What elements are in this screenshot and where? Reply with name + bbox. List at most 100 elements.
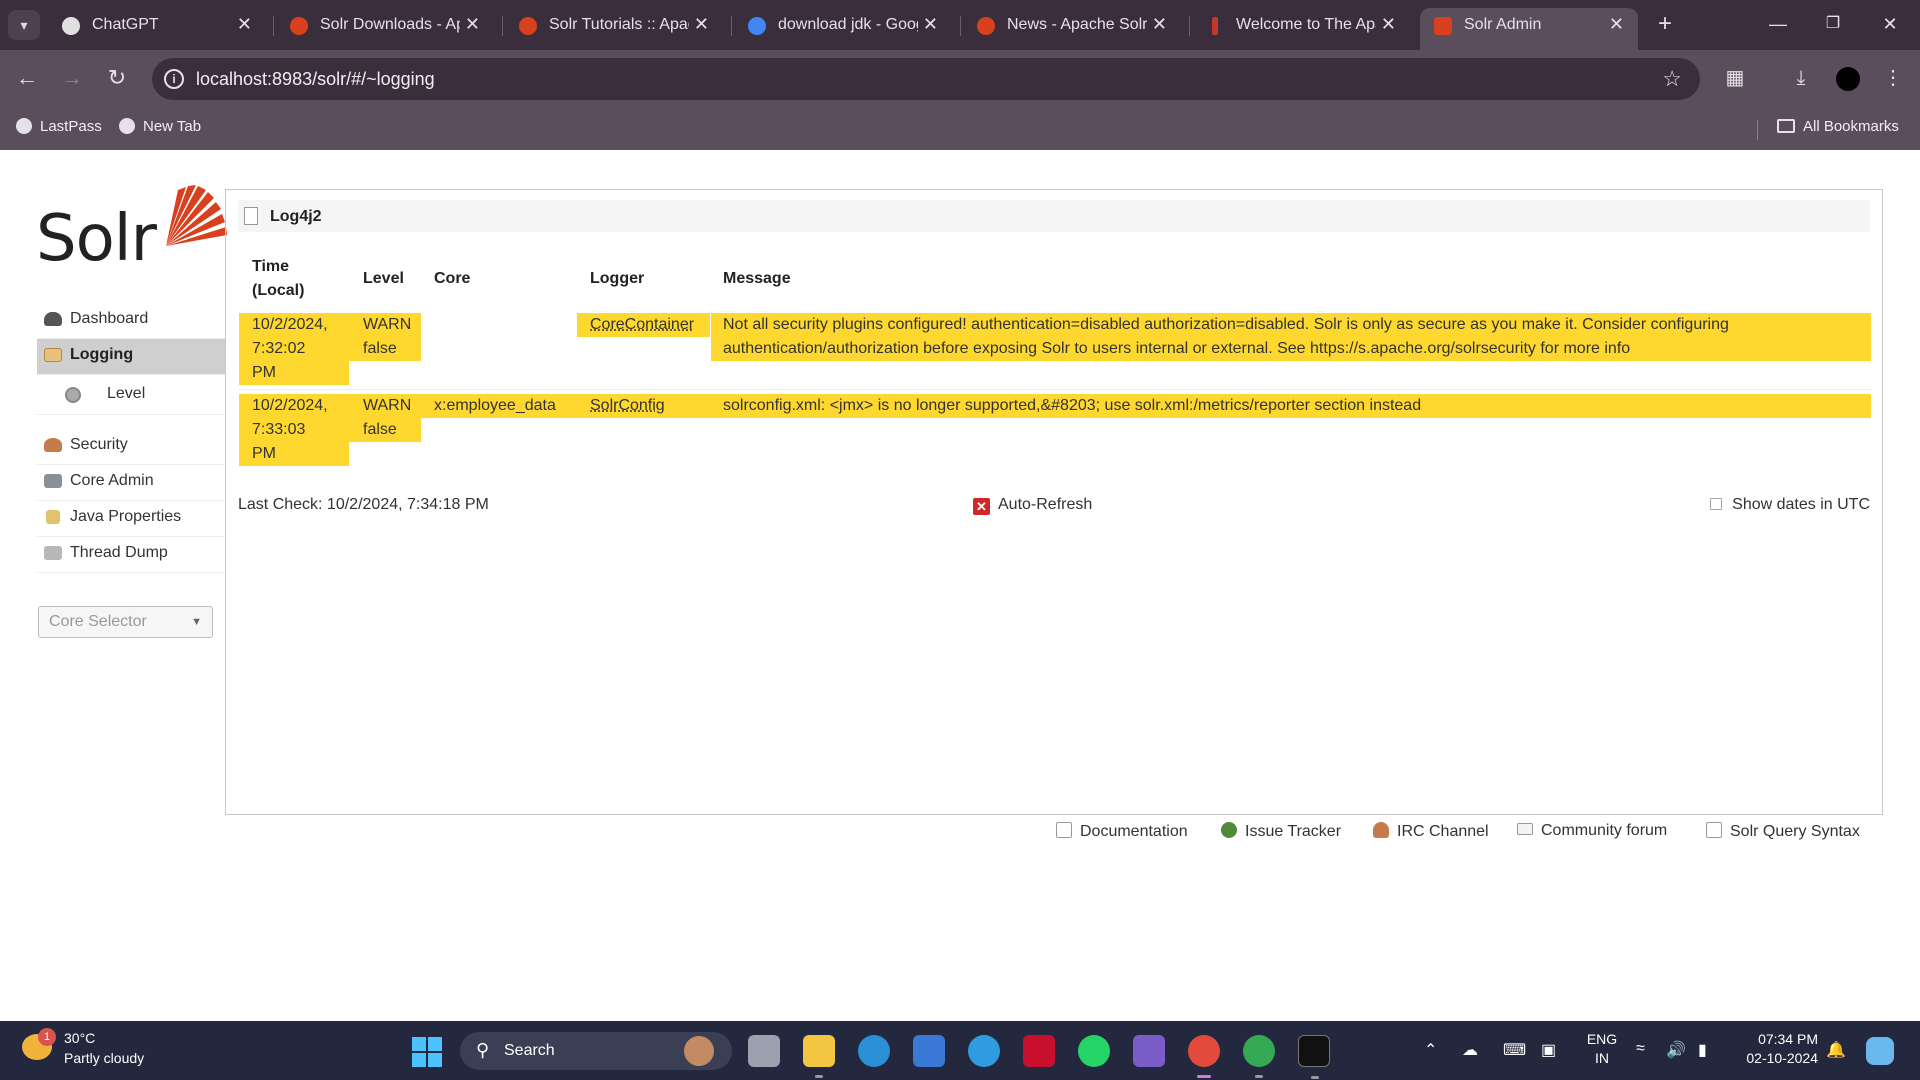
terminal-icon[interactable]	[1298, 1035, 1330, 1079]
log-row[interactable]: 10/2/2024, 7:32:02 PM WARN false CoreCon…	[239, 313, 1871, 385]
sidebar-item-label: Level	[107, 385, 146, 402]
profile-avatar[interactable]	[1836, 67, 1860, 91]
copilot-icon[interactable]	[1866, 1037, 1894, 1065]
sidebar-item-security[interactable]: Security	[37, 429, 225, 465]
log-message-cell: Not all security plugins configured! aut…	[711, 313, 1871, 361]
close-tab-icon[interactable]: ✕	[465, 14, 480, 35]
tab-chatgpt[interactable]: ChatGPT ✕	[48, 8, 266, 50]
logging-icon	[44, 348, 62, 362]
input-language-indicator[interactable]: ENG IN	[1585, 1030, 1619, 1068]
logger-link[interactable]: SolrConfig	[590, 397, 665, 414]
chrome-profile-icon[interactable]	[1243, 1035, 1275, 1078]
reload-button[interactable]: ↻	[102, 64, 132, 94]
proton-app-icon[interactable]	[1133, 1035, 1165, 1067]
column-header-core[interactable]: Core	[434, 267, 470, 291]
community-forum-link[interactable]: Community forum	[1517, 822, 1667, 840]
solr-logo[interactable]: Solr	[36, 184, 227, 276]
column-header-level[interactable]: Level	[363, 267, 404, 291]
wifi-icon[interactable]: ≈	[1636, 1040, 1645, 1058]
notifications-bell-icon[interactable]: 🔔	[1826, 1040, 1846, 1060]
all-bookmarks-button[interactable]: All Bookmarks	[1777, 118, 1899, 135]
utc-checkbox[interactable]	[1710, 498, 1723, 510]
sidebar-item-core-admin[interactable]: Core Admin	[37, 465, 225, 501]
sidebar-item-dashboard[interactable]: Dashboard	[37, 303, 225, 339]
display-icon[interactable]: ▣	[1541, 1040, 1556, 1060]
restore-window-button[interactable]: ❐	[1818, 10, 1848, 40]
edge-browser-icon[interactable]	[858, 1035, 890, 1067]
close-tab-icon[interactable]: ✕	[923, 14, 938, 35]
gear-icon	[65, 387, 81, 403]
show-hidden-icons-chevron-icon[interactable]: ⌃	[1424, 1040, 1437, 1060]
tab-google-search[interactable]: download jdk - Goog ✕	[734, 8, 952, 50]
log-time-ampm: PM	[252, 445, 276, 462]
bookmark-star-icon[interactable]: ☆	[1662, 66, 1682, 92]
sidebar-item-logging[interactable]: Logging	[37, 339, 225, 375]
site-info-icon[interactable]: i	[164, 69, 184, 89]
address-bar[interactable]: i localhost:8983/solr/#/~logging ☆	[152, 58, 1700, 100]
google-favicon-icon	[748, 17, 766, 35]
onedrive-icon[interactable]: ☁	[1462, 1040, 1478, 1060]
sidebar-item-java-properties[interactable]: Java Properties	[37, 501, 225, 537]
new-tab-button[interactable]: +	[1650, 10, 1680, 40]
core-selector-dropdown[interactable]: Core Selector ▼	[38, 606, 213, 638]
solr-sidebar: Dashboard Logging Level Security Core Ad…	[37, 303, 225, 573]
show-utc-toggle[interactable]: Show dates in UTC	[1710, 496, 1870, 514]
close-tab-icon[interactable]: ✕	[1609, 14, 1624, 35]
issue-tracker-link[interactable]: Issue Tracker	[1221, 822, 1341, 841]
sidebar-item-level[interactable]: Level	[37, 375, 225, 415]
java-cup-icon	[46, 510, 60, 524]
column-header-message[interactable]: Message	[723, 267, 791, 291]
close-tab-icon[interactable]: ✕	[1152, 14, 1167, 35]
keyboard-icon[interactable]: ⌨	[1503, 1040, 1526, 1060]
bookmark-lastpass[interactable]: LastPass	[16, 118, 102, 135]
query-syntax-link[interactable]: Solr Query Syntax	[1706, 822, 1860, 841]
tab-solr-tutorials[interactable]: Solr Tutorials :: Apach ✕	[505, 8, 723, 50]
minimize-window-button[interactable]: —	[1763, 10, 1793, 40]
log-time-cell: 10/2/2024, 7:32:02 PM	[239, 313, 349, 385]
close-tab-icon[interactable]: ✕	[237, 14, 252, 35]
footer-link-label: IRC Channel	[1397, 823, 1489, 840]
log-row[interactable]: 10/2/2024, 7:33:03 PM WARN false x:emplo…	[239, 394, 1871, 466]
close-window-button[interactable]: ✕	[1875, 10, 1905, 40]
taskbar-search[interactable]: ⚲ Search	[460, 1032, 732, 1070]
url-text[interactable]: localhost:8983/solr/#/~logging	[196, 69, 435, 90]
microsoft-store-icon[interactable]	[913, 1035, 945, 1067]
column-header-logger[interactable]: Logger	[590, 267, 644, 291]
get-help-icon[interactable]	[968, 1035, 1000, 1067]
tab-apache-welcome[interactable]: Welcome to The Apa ✕	[1192, 8, 1410, 50]
close-tab-icon[interactable]: ✕	[1381, 14, 1396, 35]
battery-icon[interactable]: ▮	[1698, 1040, 1707, 1060]
solr-favicon-icon	[1434, 17, 1452, 35]
browser-menu-icon[interactable]: ⋮	[1878, 64, 1908, 94]
log-time-date: 10/2/2024,	[252, 397, 328, 414]
column-header-time[interactable]: Time (Local)	[252, 255, 304, 303]
tab-search-menu-button[interactable]: ▾	[8, 10, 40, 40]
tab-solr-admin[interactable]: Solr Admin ✕	[1420, 8, 1638, 50]
system-clock[interactable]: 07:34 PM 02-10-2024	[1738, 1030, 1818, 1068]
mcafee-icon[interactable]	[1023, 1035, 1055, 1067]
volume-icon[interactable]: 🔊	[1666, 1040, 1686, 1060]
clock-time: 07:34 PM	[1758, 1031, 1818, 1047]
irc-channel-link[interactable]: IRC Channel	[1373, 822, 1489, 841]
thread-dump-icon	[44, 546, 62, 560]
close-tab-icon[interactable]: ✕	[694, 14, 709, 35]
download-icon[interactable]: ⤓	[1786, 64, 1816, 94]
auto-refresh-toggle[interactable]: ✕ Auto-Refresh	[973, 496, 1092, 515]
back-button[interactable]: ←	[12, 64, 42, 94]
task-view-icon[interactable]	[748, 1035, 780, 1067]
log-message-line: Not all security plugins configured! aut…	[723, 316, 1729, 333]
app-active-indicator	[1197, 1075, 1211, 1078]
solr-favicon-icon	[290, 17, 308, 35]
documentation-link[interactable]: Documentation	[1056, 822, 1188, 841]
forward-button[interactable]: →	[57, 64, 87, 94]
whatsapp-icon[interactable]	[1078, 1035, 1110, 1067]
start-button[interactable]	[412, 1037, 442, 1067]
tab-solr-downloads[interactable]: Solr Downloads - Apa ✕	[276, 8, 494, 50]
logger-link[interactable]: CoreContainer	[590, 316, 694, 333]
bookmark-new-tab[interactable]: New Tab	[119, 118, 201, 135]
chrome-icon[interactable]	[1188, 1035, 1220, 1078]
tab-solr-news[interactable]: News - Apache Solr ( ✕	[963, 8, 1181, 50]
file-explorer-icon[interactable]	[803, 1035, 835, 1078]
extensions-icon[interactable]: ▦	[1720, 64, 1750, 94]
sidebar-item-thread-dump[interactable]: Thread Dump	[37, 537, 225, 573]
